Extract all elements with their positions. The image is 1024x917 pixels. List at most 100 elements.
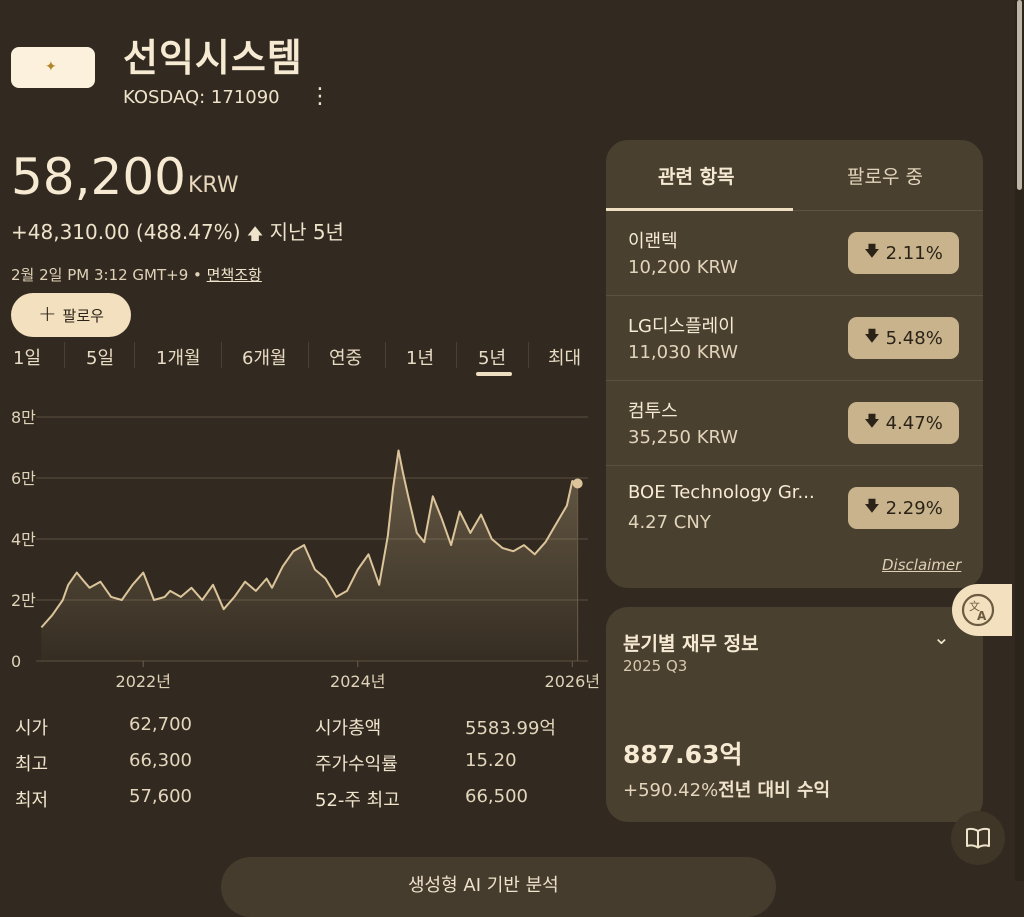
reader-mode-button[interactable] bbox=[951, 811, 1005, 865]
scrollbar-thumb[interactable] bbox=[1017, 0, 1022, 190]
price-chart[interactable]: 0 2만 4만 6만 8만 2022년 2024년 2026년 bbox=[0, 395, 600, 695]
chart-y-tick-label: 4만 bbox=[11, 530, 36, 549]
related-stocks-card: 관련 항목 팔로우 중 이랜텍 10,200 KRW 🡇 2.11% LG디스플레… bbox=[606, 140, 983, 588]
related-item-change: 🡇 4.47% bbox=[848, 402, 959, 444]
related-item-change: 🡇 2.11% bbox=[848, 232, 959, 274]
chart-y-tick-label: 2만 bbox=[11, 591, 36, 610]
quarterly-financials-card[interactable]: 분기별 재무 정보 2025 Q3 ⌄ 887.63억 +590.42%전년 대… bbox=[606, 607, 983, 822]
related-item-change-value: 2.11% bbox=[885, 242, 943, 264]
range-divider bbox=[456, 342, 457, 368]
stat-value-open: 62,700 bbox=[129, 714, 192, 735]
related-item-change-value: 2.29% bbox=[885, 497, 943, 519]
range-tab-1y[interactable]: 1년 bbox=[406, 344, 434, 370]
range-tab-6m[interactable]: 6개월 bbox=[242, 344, 287, 370]
related-item-change-value: 5.48% bbox=[885, 327, 943, 349]
timestamp-text: 2월 2일 PM 3:12 GMT+9 • bbox=[11, 266, 207, 284]
ai-analysis-button[interactable]: 생성형 AI 기반 분석 bbox=[221, 857, 776, 917]
more-options-icon[interactable]: ⋮ bbox=[309, 84, 331, 109]
chevron-down-icon[interactable]: ⌄ bbox=[933, 625, 950, 649]
financials-title: 분기별 재무 정보 bbox=[623, 633, 759, 655]
related-item[interactable]: BOE Technology Gr... 4.27 CNY 🡇 2.29% bbox=[606, 466, 983, 550]
translate-icon: 文 A bbox=[961, 593, 995, 627]
stat-label-low: 최저 bbox=[15, 790, 49, 811]
range-tab-5y[interactable]: 5년 bbox=[478, 344, 506, 370]
up-arrow-icon: 🡅 bbox=[246, 224, 264, 243]
stat-value-market-cap: 5583.99억 bbox=[465, 718, 556, 739]
related-item-name: 이랜텍 bbox=[628, 231, 678, 252]
related-item-change-value: 4.47% bbox=[885, 412, 943, 434]
disclaimer-link[interactable]: 면책조항 bbox=[207, 266, 262, 284]
chart-x-tick-label: 2026년 bbox=[545, 672, 600, 691]
translate-button[interactable]: 文 A bbox=[952, 584, 1012, 636]
range-selector: 1일 5일 1개월 6개월 연중 1년 5년 최대 bbox=[0, 340, 600, 380]
related-disclaimer-link[interactable]: Disclaimer bbox=[882, 556, 961, 574]
company-name: 선익시스템 bbox=[123, 36, 303, 80]
follow-button[interactable]: + 팔로우 bbox=[11, 293, 131, 337]
related-item-name: BOE Technology Gr... bbox=[628, 482, 815, 503]
financials-change-pct: +590.42% bbox=[623, 780, 719, 801]
range-divider bbox=[385, 342, 386, 368]
key-stats: 시가 62,700 최고 66,300 최저 57,600 시가총액 5583.… bbox=[0, 700, 600, 811]
related-item-name: 컴투스 bbox=[628, 401, 678, 422]
chart-x-tick-label: 2022년 bbox=[116, 672, 171, 691]
financials-change: +590.42%전년 대비 수익 bbox=[623, 776, 830, 802]
range-divider bbox=[221, 342, 222, 368]
chart-y-tick-label: 0 bbox=[11, 652, 21, 671]
related-item-change: 🡇 5.48% bbox=[848, 317, 959, 359]
ticker-symbol: KOSDAQ: 171090 bbox=[123, 87, 280, 108]
book-icon bbox=[966, 827, 990, 849]
financials-revenue: 887.63억 bbox=[623, 740, 743, 769]
page-scrollbar[interactable] bbox=[1015, 0, 1024, 881]
range-tab-1m[interactable]: 1개월 bbox=[156, 344, 201, 370]
price-change: +48,310.00 (488.47%) 🡅 지난 5년 bbox=[11, 216, 344, 250]
down-arrow-icon: 🡇 bbox=[864, 496, 880, 515]
stat-label-52w-high: 52-주 최고 bbox=[315, 790, 400, 811]
stat-label-high: 최고 bbox=[15, 754, 49, 775]
related-item-price: 11,030 KRW bbox=[628, 342, 739, 363]
company-logo: ✦ bbox=[11, 47, 95, 88]
range-tab-1d[interactable]: 1일 bbox=[13, 344, 41, 370]
stat-value-52w-high: 66,500 bbox=[465, 786, 528, 807]
price-currency: KRW bbox=[188, 173, 239, 198]
change-value: +48,310.00 (488.47%) bbox=[11, 220, 241, 244]
related-item[interactable]: 이랜텍 10,200 KRW 🡇 2.11% bbox=[606, 211, 983, 296]
related-item-price: 35,250 KRW bbox=[628, 427, 739, 448]
follow-label: 팔로우 bbox=[62, 306, 104, 325]
chart-current-point bbox=[572, 478, 583, 489]
stat-label-market-cap: 시가총액 bbox=[315, 718, 382, 739]
down-arrow-icon: 🡇 bbox=[864, 241, 880, 260]
stat-label-pe-ratio: 주가수익률 bbox=[315, 754, 398, 775]
stat-value-high: 66,300 bbox=[129, 750, 192, 771]
tab-related[interactable]: 관련 항목 bbox=[658, 162, 735, 189]
range-tab-5d[interactable]: 5일 bbox=[86, 344, 114, 370]
down-arrow-icon: 🡇 bbox=[864, 326, 880, 345]
related-item-price: 10,200 KRW bbox=[628, 257, 739, 278]
range-divider bbox=[134, 342, 135, 368]
change-period: 지난 5년 bbox=[269, 220, 344, 244]
chart-y-tick-label: 8만 bbox=[11, 408, 36, 427]
range-divider bbox=[64, 342, 65, 368]
financials-period: 2025 Q3 bbox=[623, 657, 688, 675]
related-item-change: 🡇 2.29% bbox=[848, 487, 959, 529]
svg-text:A: A bbox=[977, 609, 987, 623]
range-divider bbox=[528, 342, 529, 368]
range-tab-ytd[interactable]: 연중 bbox=[329, 344, 362, 370]
stat-value-low: 57,600 bbox=[129, 786, 192, 807]
chart-x-tick-label: 2024년 bbox=[330, 672, 385, 691]
related-item[interactable]: LG디스플레이 11,030 KRW 🡇 5.48% bbox=[606, 296, 983, 381]
down-arrow-icon: 🡇 bbox=[864, 411, 880, 430]
tab-following[interactable]: 팔로우 중 bbox=[847, 162, 923, 189]
ai-analysis-label: 생성형 AI 기반 분석 bbox=[408, 875, 559, 896]
related-item-name: LG디스플레이 bbox=[628, 316, 735, 337]
related-item[interactable]: 컴투스 35,250 KRW 🡇 4.47% bbox=[606, 381, 983, 466]
plus-icon: + bbox=[38, 302, 57, 327]
chart-y-tick-label: 6만 bbox=[11, 469, 36, 488]
related-item-price: 4.27 CNY bbox=[628, 512, 711, 533]
stat-value-pe-ratio: 15.20 bbox=[465, 750, 517, 771]
range-tab-max[interactable]: 최대 bbox=[548, 344, 581, 370]
stat-label-open: 시가 bbox=[15, 718, 49, 739]
financials-change-label: 전년 대비 수익 bbox=[718, 780, 831, 801]
stock-price: 58,200 bbox=[11, 148, 186, 206]
logo-mark-icon: ✦ bbox=[45, 59, 57, 75]
quote-timestamp: 2월 2일 PM 3:12 GMT+9 • 면책조항 bbox=[11, 264, 262, 285]
